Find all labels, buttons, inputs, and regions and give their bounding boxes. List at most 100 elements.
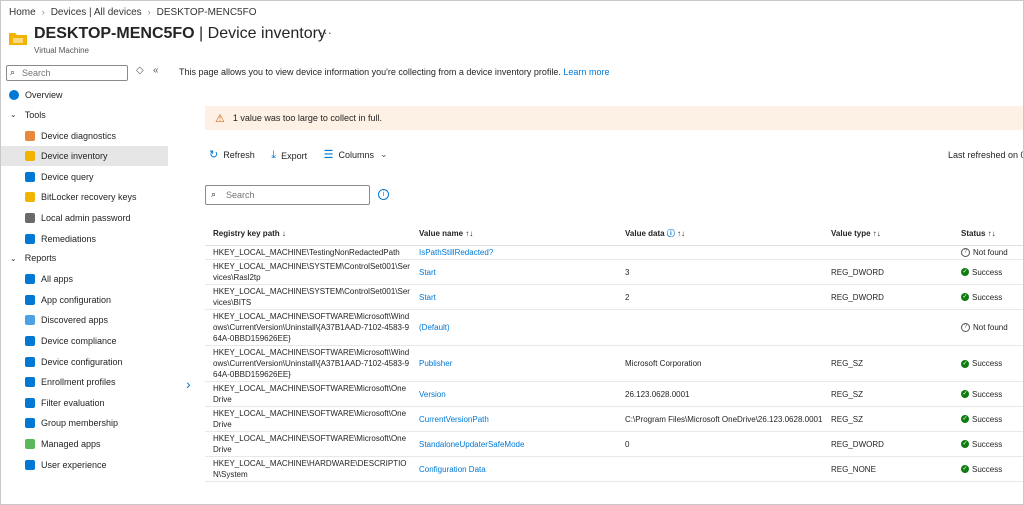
column-header-registry-key-path[interactable]: Registry key path ↓: [205, 221, 411, 246]
sidebar-item-discovered-apps[interactable]: Discovered apps: [1, 310, 168, 330]
success-icon: ✓: [961, 440, 969, 449]
cell-value-name[interactable]: StandaloneUpdaterSafeMode: [411, 431, 617, 457]
sidebar-item-user-experience[interactable]: User experience: [1, 455, 168, 475]
table-row[interactable]: HKEY_LOCAL_MACHINE\SOFTWARE\Microsoft\On…: [205, 406, 1023, 432]
table-row[interactable]: HKEY_LOCAL_MACHINE\HARDWARE\DESCRIPTION\…: [205, 456, 1023, 482]
sidebar-item-filter-evaluation[interactable]: Filter evaluation: [1, 393, 168, 413]
column-header-status[interactable]: Status ↑↓: [953, 221, 1023, 246]
table-row[interactable]: HKEY_LOCAL_MACHINE\SOFTWARE\Microsoft\Wi…: [205, 309, 1023, 346]
sidebar-item-label: Overview: [25, 90, 63, 100]
sidebar-item-enrollment-profiles[interactable]: Enrollment profiles: [1, 372, 168, 392]
success-icon: ✓: [961, 390, 969, 399]
table-row[interactable]: HKEY_LOCAL_MACHINE\SYSTEM\ControlSet001\…: [205, 284, 1023, 310]
discovered-apps-icon: [25, 315, 35, 326]
sidebar-item-label: Remediations: [41, 233, 97, 244]
filter-icon: [25, 397, 35, 408]
breadcrumb-current: DESKTOP-MENC5FO: [156, 7, 257, 18]
success-icon: ✓: [961, 415, 969, 424]
table-row[interactable]: HKEY_LOCAL_MACHINE\SOFTWARE\Microsoft\On…: [205, 431, 1023, 457]
sidebar-item-device-configuration[interactable]: Device configuration: [1, 352, 168, 372]
sidebar-item-device-diagnostics[interactable]: Device diagnostics: [1, 126, 168, 146]
success-icon: ✓: [961, 359, 969, 368]
table-row[interactable]: HKEY_LOCAL_MACHINE\SOFTWARE\Microsoft\On…: [205, 381, 1023, 407]
sidebar-item-all-apps[interactable]: All apps: [1, 269, 168, 289]
sidebar-item-remediations[interactable]: Remediations: [1, 229, 168, 249]
column-header-value-data[interactable]: Value data ⓘ ↑↓: [617, 221, 823, 246]
sidebar-item-label: Group membership: [41, 418, 119, 429]
cell-registry-key-path: HKEY_LOCAL_MACHINE\SYSTEM\ControlSet001\…: [205, 284, 411, 310]
cell-value-name[interactable]: Start: [411, 284, 617, 310]
breadcrumb-home[interactable]: Home: [9, 7, 36, 18]
sidebar-item-local-admin-password[interactable]: Local admin password: [1, 208, 168, 228]
folder-icon: [25, 151, 35, 162]
collapse-sidebar-icon[interactable]: «: [153, 65, 159, 76]
more-icon[interactable]: ···: [319, 25, 332, 40]
table-row[interactable]: HKEY_LOCAL_MACHINE\TestingNonRedactedPat…: [205, 245, 1023, 260]
inventory-table: Registry key path ↓ Value name ↑↓ Value …: [205, 221, 1023, 482]
last-refreshed-text: Last refreshed on 0: [948, 150, 1024, 160]
sidebar-item-managed-apps[interactable]: Managed apps: [1, 434, 168, 454]
cell-value-name[interactable]: Publisher: [411, 345, 617, 382]
export-button[interactable]: ⤓ Export: [271, 149, 307, 162]
sidebar-item-device-compliance[interactable]: Device compliance: [1, 331, 168, 351]
learn-more-link[interactable]: Learn more: [563, 67, 609, 77]
cell-value-type: REG_SZ: [823, 406, 953, 432]
sidebar-item-label: Device inventory: [41, 151, 108, 162]
cell-value-data: Microsoft Corporation: [617, 345, 823, 382]
sidebar-item-bitlocker-recovery-keys[interactable]: BitLocker recovery keys: [1, 187, 168, 207]
sort-icon[interactable]: ↑↓: [677, 229, 685, 238]
sidebar-item-label: Device diagnostics: [41, 130, 117, 141]
breadcrumb-separator-icon: ›: [41, 7, 45, 17]
sidebar-item-label: Enrollment profiles: [41, 377, 116, 388]
cell-value-name[interactable]: Configuration Data: [411, 456, 617, 482]
cell-value-type: [823, 309, 953, 346]
sidebar-item-app-configuration[interactable]: App configuration: [1, 290, 168, 310]
refresh-icon: ↻: [209, 149, 219, 161]
sidebar-item-label: Managed apps: [41, 439, 101, 449]
column-header-value-type[interactable]: Value type ↑↓: [823, 221, 953, 246]
column-header-value-name[interactable]: Value name ↑↓: [411, 221, 617, 246]
password-icon: [25, 213, 35, 223]
cell-value-name[interactable]: Version: [411, 381, 617, 407]
cell-value-type: REG_NONE: [823, 456, 953, 482]
sidebar-item-label: Device compliance: [41, 336, 117, 346]
sidebar-search[interactable]: ⌕: [6, 65, 128, 81]
cell-status: ✓ Success: [953, 381, 1023, 407]
configuration-icon: [25, 356, 35, 367]
cell-registry-key-path: HKEY_LOCAL_MACHINE\SOFTWARE\Microsoft\Wi…: [205, 309, 411, 346]
sidebar-section-reports[interactable]: ⌄ Reports: [1, 249, 168, 267]
folder-icon: [9, 33, 27, 45]
sidebar-item-group-membership[interactable]: Group membership: [1, 413, 168, 433]
sidebar-item-device-query[interactable]: Device query: [1, 167, 168, 187]
cell-value-name[interactable]: (Default): [411, 309, 617, 346]
refresh-button[interactable]: ↻ Refresh: [209, 148, 255, 161]
table-search-input[interactable]: [226, 187, 364, 202]
sidebar-item-label: Discovered apps: [41, 315, 109, 326]
table-search[interactable]: ⌕: [205, 185, 370, 205]
sidebar-item-device-inventory[interactable]: Device inventory: [1, 146, 168, 167]
info-icon[interactable]: ⓘ: [667, 229, 675, 238]
cell-value-data: [617, 456, 823, 482]
sidebar-search-input[interactable]: [22, 66, 122, 80]
cell-value-name[interactable]: Start: [411, 259, 617, 285]
info-icon[interactable]: i: [378, 189, 389, 200]
sidebar-section-tools[interactable]: ⌄ Tools: [1, 106, 168, 124]
cell-value-name[interactable]: CurrentVersionPath: [411, 406, 617, 432]
download-icon: ⤓: [271, 149, 277, 161]
table-row[interactable]: HKEY_LOCAL_MACHINE\SOFTWARE\Microsoft\Wi…: [205, 345, 1023, 382]
cell-status: ✓ Success: [953, 406, 1023, 432]
table-row[interactable]: HKEY_LOCAL_MACHINE\SYSTEM\ControlSet001\…: [205, 259, 1023, 285]
cell-value-name[interactable]: IsPathStillRedacted?: [411, 245, 617, 260]
columns-button[interactable]: ☰ Columns ⌄: [324, 148, 388, 161]
cell-status: ✓ Success: [953, 345, 1023, 382]
breadcrumb-devices[interactable]: Devices | All devices: [51, 7, 142, 18]
cell-value-type: REG_DWORD: [823, 259, 953, 285]
apps-icon: [25, 274, 35, 285]
user-experience-icon: [25, 459, 35, 470]
search-icon: ⌕: [211, 189, 217, 199]
chevron-down-icon: ⌄: [10, 110, 17, 120]
sidebar-expand-icon[interactable]: ◇: [136, 65, 144, 76]
sidebar-item-overview[interactable]: Overview: [1, 85, 168, 105]
refresh-label: Refresh: [223, 149, 255, 160]
info-icon: [9, 90, 19, 100]
